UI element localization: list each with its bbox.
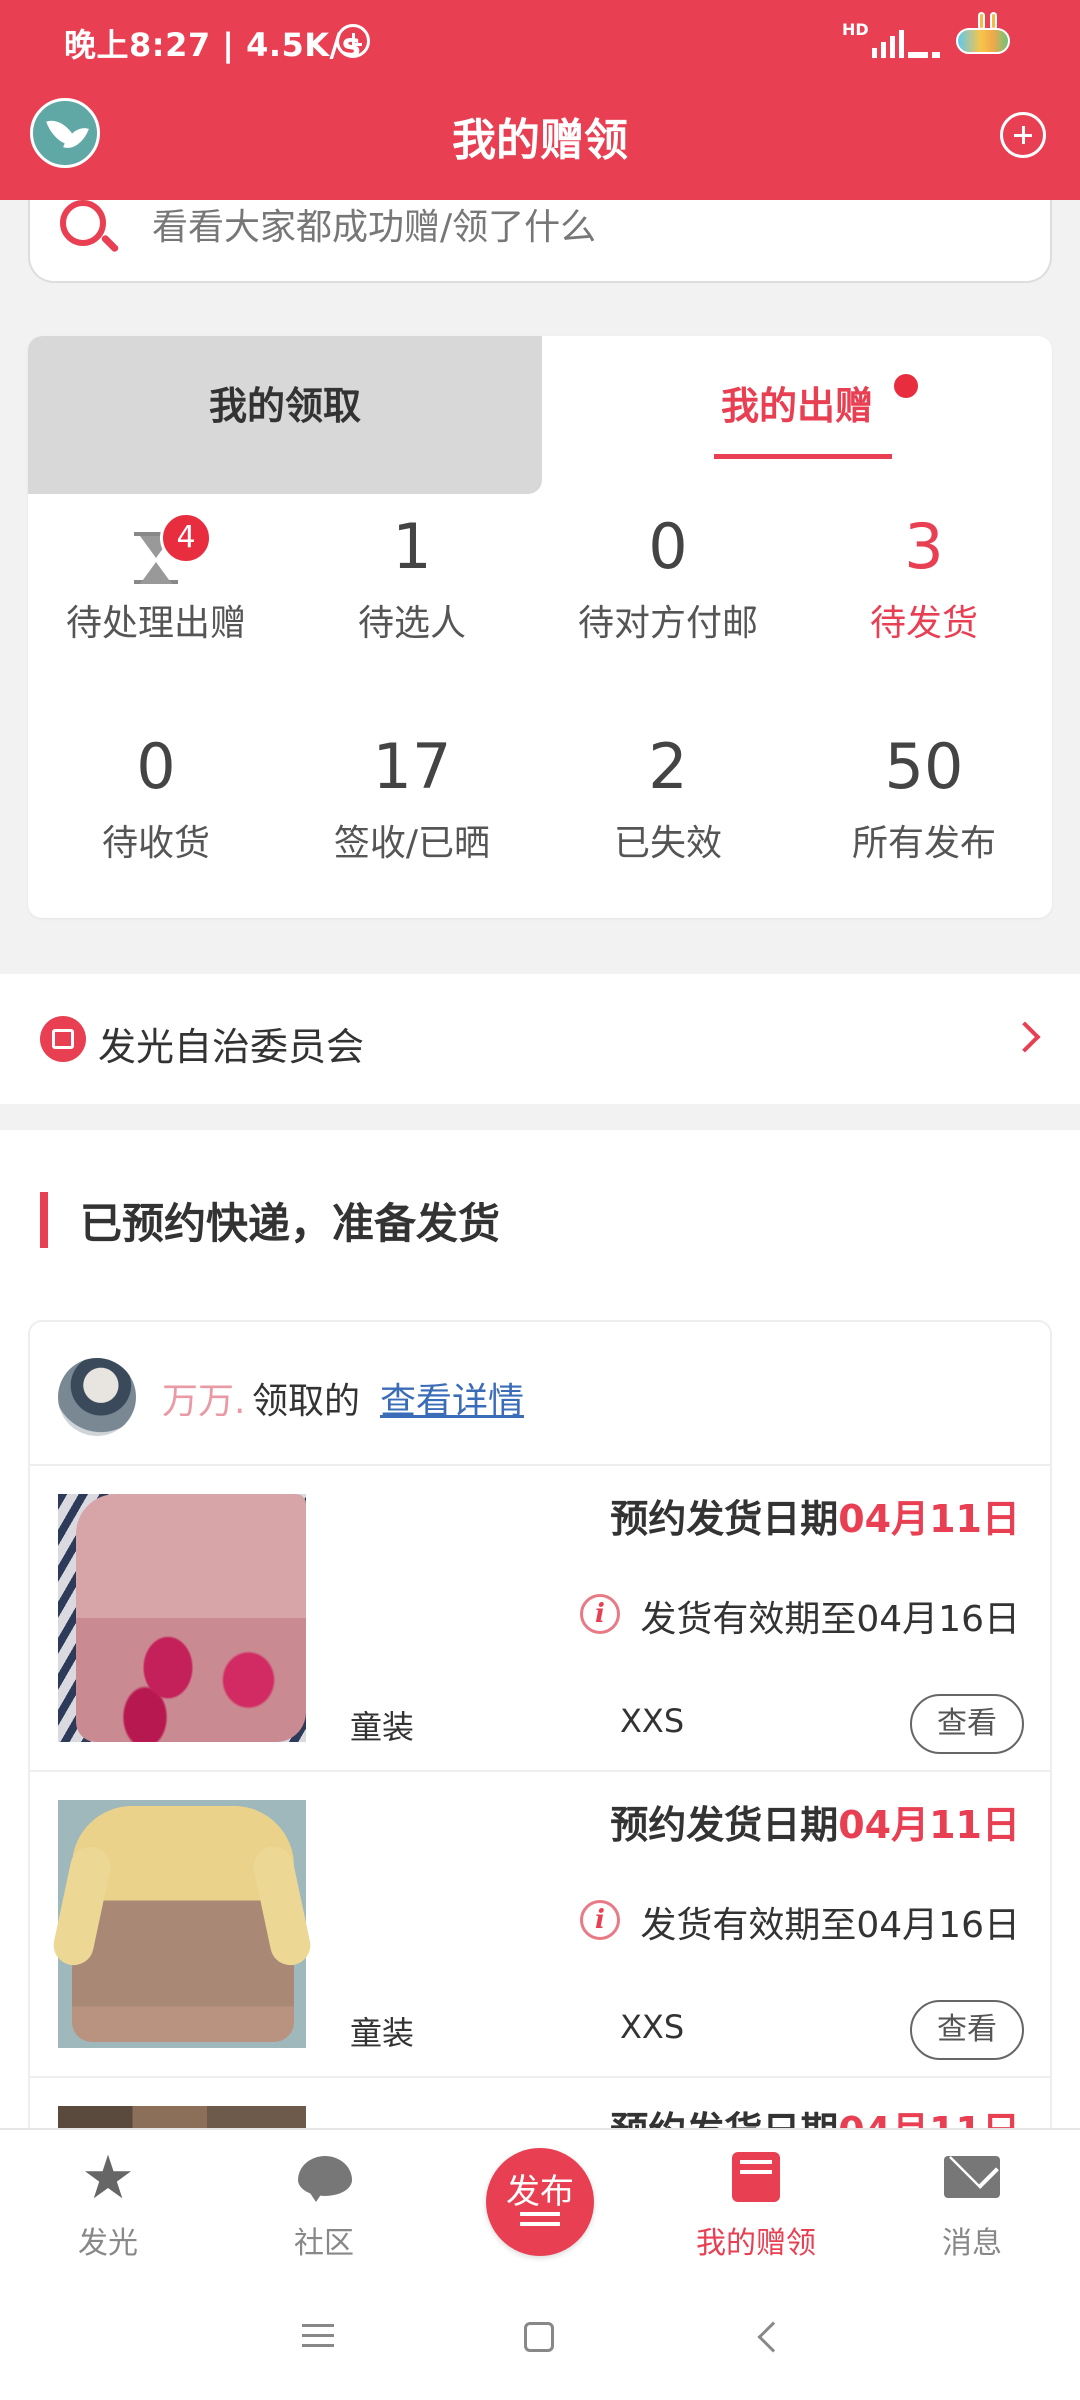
- hd-indicator: HD: [842, 20, 869, 39]
- stat-value: 50: [884, 730, 964, 803]
- tab-label: 我的出赠: [720, 384, 873, 428]
- item-photo[interactable]: [58, 1494, 306, 1742]
- stat-value: 0: [648, 510, 688, 583]
- stat-label: 已失效: [613, 823, 722, 864]
- stat-signed[interactable]: 17 签收/已晒: [284, 724, 540, 866]
- system-nav-bar: [0, 2270, 1080, 2400]
- section-title: 已预约快递，准备发货: [80, 1199, 501, 1248]
- nav-item-my-gifts[interactable]: 我的赠领: [648, 2130, 864, 2272]
- order-header: 万万. 领取的 查看详情: [30, 1322, 1050, 1466]
- stat-label: 所有发布: [851, 823, 996, 864]
- committee-row[interactable]: 发光自治委员会: [0, 974, 1080, 1104]
- item-size: XXS: [620, 2008, 685, 2046]
- count-badge: 4: [160, 512, 212, 564]
- info-icon: i: [580, 1594, 620, 1634]
- stat-label: 待选人: [357, 603, 466, 644]
- stat-expired[interactable]: 2 已失效: [540, 724, 796, 866]
- stat-label: 待处理出赠: [65, 603, 246, 644]
- stat-value: 1: [392, 510, 432, 583]
- stat-pending-ship[interactable]: 3 待发货: [796, 504, 1052, 646]
- stat-value: 3: [904, 510, 944, 583]
- item-category: 童装: [350, 2014, 415, 2052]
- notification-dot: [894, 374, 918, 398]
- nav-item-community[interactable]: 社区: [216, 2130, 432, 2272]
- nav-label: 我的赠领: [696, 2226, 816, 2261]
- item-size: XXS: [620, 1702, 685, 1740]
- avatar[interactable]: [58, 1358, 136, 1436]
- stat-label: 待发货: [869, 603, 978, 644]
- tab-my-receive[interactable]: 我的领取: [28, 336, 542, 494]
- page-title: 我的赠领: [452, 115, 628, 166]
- status-time: 晚上8:27 | 4.5K/s: [64, 26, 362, 64]
- valid-until: 发货有效期至04月16日: [640, 1599, 1020, 1640]
- stat-value: 17: [372, 730, 452, 803]
- stat-value: 0: [136, 730, 176, 803]
- tab-my-give[interactable]: 我的出赠: [542, 336, 1052, 494]
- section-accent-bar: [40, 1192, 48, 1248]
- book-icon: [732, 2152, 780, 2202]
- stats-card: 我的领取 我的出赠 4 待处理出赠 1 待选人 0 待对方付邮 3 待发货 0 …: [28, 336, 1052, 918]
- status-bar: 晚上8:27 | 4.5K/s HD: [0, 0, 1080, 84]
- list-item: 预约发货日期04月11日 i 发货有效期至04月16日 童装 XXS 查看: [30, 1772, 1050, 2078]
- publish-icon: [520, 2212, 560, 2216]
- publish-label: 发布: [506, 2172, 574, 2212]
- hourglass-icon: 4: [126, 504, 212, 590]
- item-category: 童装: [350, 1708, 415, 1746]
- star-icon: ★: [81, 2143, 135, 2213]
- list-item: 预约发货日期04月11日 i 发货有效期至04月16日 童装 XXS 查看: [30, 1466, 1050, 1772]
- signal-icon: [872, 24, 904, 58]
- search-placeholder: 看看大家都成功赠/领了什么: [152, 207, 597, 248]
- committee-icon: [40, 1016, 86, 1062]
- nav-label: 社区: [294, 2226, 354, 2261]
- stat-pending-receive[interactable]: 0 待收货: [28, 724, 284, 866]
- nav-label: 消息: [942, 2226, 1002, 2261]
- receiver-name[interactable]: 万万.: [162, 1372, 245, 1424]
- wifi-icon: [908, 24, 940, 58]
- shipping-section: 已预约快递，准备发货 万万. 领取的 查看详情 预约发货日期04月11日 i 发…: [0, 1130, 1080, 2354]
- home-icon[interactable]: [524, 2322, 554, 2352]
- view-button[interactable]: 查看: [910, 1694, 1024, 1754]
- item-photo[interactable]: [58, 1800, 306, 2048]
- stat-pending-process[interactable]: 4 待处理出赠: [28, 504, 284, 646]
- nav-item-messages[interactable]: 消息: [864, 2130, 1080, 2272]
- nav-item-glow[interactable]: ★ 发光: [0, 2130, 216, 2272]
- ship-date: 预约发货日期04月11日: [610, 1497, 1020, 1541]
- committee-label: 发光自治委员会: [98, 1025, 365, 1069]
- alarm-icon: [336, 24, 370, 58]
- order-action-text: 领取的: [252, 1381, 361, 1422]
- view-button[interactable]: 查看: [910, 2000, 1024, 2060]
- back-icon[interactable]: [757, 2321, 789, 2353]
- chevron-right-icon: [1009, 1021, 1041, 1053]
- search-icon: [60, 200, 106, 246]
- tab-underline: [714, 454, 892, 459]
- tab-label: 我的领取: [208, 384, 361, 428]
- title-bar: 我的赠领: [0, 84, 1080, 200]
- stat-label: 待对方付邮: [577, 603, 758, 644]
- stat-label: 签收/已晒: [333, 823, 491, 864]
- valid-until: 发货有效期至04月16日: [640, 1905, 1020, 1946]
- stat-label: 待收货: [101, 823, 210, 864]
- stat-pending-select[interactable]: 1 待选人: [284, 504, 540, 646]
- stat-value: 2: [648, 730, 688, 803]
- info-icon: i: [580, 1900, 620, 1940]
- add-icon[interactable]: [1000, 112, 1046, 158]
- nav-label: 发光: [78, 2226, 138, 2261]
- view-details-link[interactable]: 查看详情: [380, 1372, 524, 1424]
- bottom-nav: ★ 发光 社区 发布 我的赠领 消息: [0, 2128, 1080, 2270]
- menu-icon[interactable]: [302, 2324, 334, 2327]
- chat-bubble-icon: [298, 2156, 352, 2202]
- publish-button[interactable]: 发布: [486, 2148, 594, 2256]
- mail-icon: [944, 2156, 1000, 2198]
- stat-pending-postage[interactable]: 0 待对方付邮: [540, 504, 796, 646]
- stat-all-posts[interactable]: 50 所有发布: [796, 724, 1052, 866]
- battery-decoration-icon: [978, 12, 1000, 32]
- ship-date: 预约发货日期04月11日: [610, 1803, 1020, 1847]
- app-header: 晚上8:27 | 4.5K/s HD 我的赠领: [0, 0, 1080, 200]
